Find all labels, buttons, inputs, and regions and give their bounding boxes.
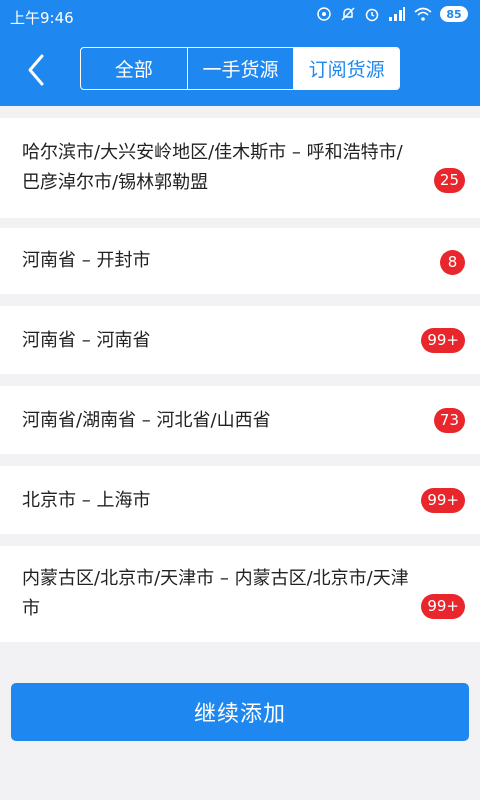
route-text: 内蒙古区/北京市/天津市 – 内蒙古区/北京市/天津市 [22, 568, 409, 619]
list-item[interactable]: 河南省 – 开封市 8 [0, 228, 480, 294]
status-bar: 上午9:46 85 [0, 0, 480, 32]
wifi-icon [414, 7, 432, 21]
continue-add-button[interactable]: 继续添加 [11, 683, 469, 741]
route-text: 哈尔滨市/大兴安岭地区/佳木斯市 – 呼和浩特市/巴彦淖尔市/锡林郭勒盟 [22, 142, 403, 193]
battery-icon: 85 [440, 6, 468, 22]
hotspot-icon [317, 7, 331, 21]
list-item[interactable]: 河南省 – 河南省 99+ [0, 306, 480, 374]
alarm-icon [365, 8, 379, 22]
status-icons: 85 [316, 6, 468, 22]
tab-subscribed-source[interactable]: 订阅货源 [294, 48, 399, 89]
route-text: 河南省 – 河南省 [22, 330, 151, 351]
count-badge: 99+ [421, 488, 465, 513]
chevron-left-icon [28, 54, 44, 86]
count-badge: 8 [440, 250, 465, 275]
status-time: 上午9:46 [10, 9, 74, 27]
count-badge: 99+ [421, 328, 465, 353]
source-filter-tabs: 全部 一手货源 订阅货源 [80, 47, 400, 90]
list-item[interactable]: 北京市 – 上海市 99+ [0, 466, 480, 534]
tab-all[interactable]: 全部 [81, 48, 188, 89]
list-item[interactable]: 内蒙古区/北京市/天津市 – 内蒙古区/北京市/天津市 99+ [0, 546, 480, 642]
route-text: 北京市 – 上海市 [22, 490, 151, 511]
count-badge: 99+ [421, 594, 465, 619]
mute-bell-icon [341, 7, 355, 21]
list-item[interactable]: 哈尔滨市/大兴安岭地区/佳木斯市 – 呼和浩特市/巴彦淖尔市/锡林郭勒盟 25 [0, 118, 480, 218]
app-header: 上午9:46 85 全部 一手货源 订阅货源 [0, 0, 480, 106]
route-text: 河南省/湖南省 – 河北省/山西省 [22, 410, 271, 431]
back-button[interactable] [22, 50, 52, 90]
tab-first-hand-source[interactable]: 一手货源 [188, 48, 295, 89]
count-badge: 25 [433, 168, 465, 193]
route-text: 河南省 – 开封市 [22, 250, 151, 271]
list-item[interactable]: 河南省/湖南省 – 河北省/山西省 73 [0, 386, 480, 454]
count-badge: 73 [433, 408, 465, 433]
signal-icon [389, 7, 405, 21]
